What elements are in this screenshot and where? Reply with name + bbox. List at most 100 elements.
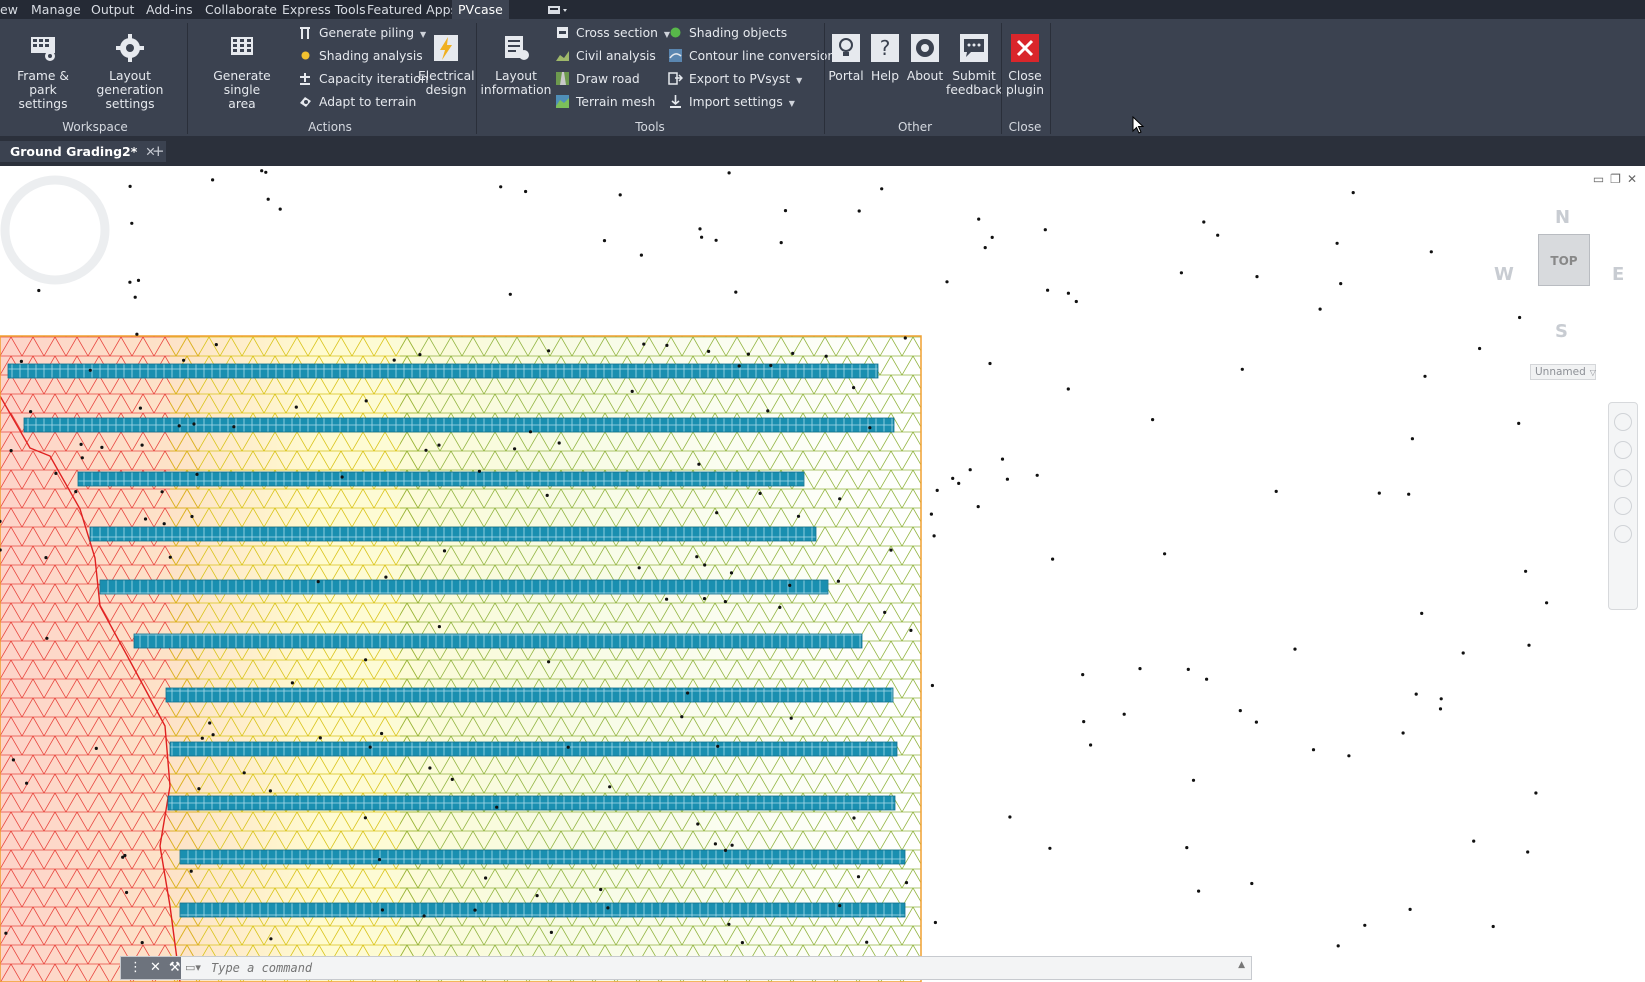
pv-panel-row[interactable] [167,795,896,811]
menu-featured-apps[interactable]: Featured Apps [367,2,457,17]
draw-road-button[interactable]: Draw road [555,70,640,88]
survey-point [214,343,218,347]
generate-piling-button[interactable]: Generate piling ▼ [298,24,426,42]
survey-point [418,353,422,357]
pv-panel-row[interactable] [169,741,898,757]
compass-east[interactable]: E [1612,264,1624,285]
shading-objects-button[interactable]: Shading objects [668,24,787,42]
menu-collaborate[interactable]: Collaborate [205,2,277,17]
survey-point [1293,647,1297,651]
command-history-icon[interactable]: ▲ [1238,960,1245,970]
electrical-design-button[interactable]: Electrical design [418,33,475,97]
survey-point [508,292,512,296]
survey-point [1407,492,1411,496]
survey-point [642,342,646,346]
close-plugin-button[interactable]: Close plugin [1003,33,1047,97]
pv-panel-row[interactable] [179,902,906,918]
draw-road-label: Draw road [576,72,640,86]
shading-analysis-button[interactable]: Shading analysis [298,47,423,65]
survey-point [294,405,298,409]
drawing-canvas[interactable]: ▭ ❐ ✕ N S E W TOP Unnamed ▽ [0,166,1645,982]
survey-point [727,922,731,926]
survey-point [54,471,58,475]
menu-manage[interactable]: Manage [31,2,81,17]
ribbon-toggle-icon[interactable] [546,3,570,16]
survey-point [524,189,528,194]
submit-feedback-button[interactable]: Submit feedback [946,33,1003,97]
pv-panel-row[interactable] [77,471,805,487]
generate-single-area-button[interactable]: Generate single area [194,33,290,111]
orbit-icon[interactable] [1614,497,1632,515]
pv-panel-row[interactable] [133,633,863,649]
help-button[interactable]: ? Help [866,33,904,83]
survey-point [135,332,139,336]
restore-icon[interactable]: ❐ [1610,172,1621,186]
group-separator [824,23,825,134]
cross-section-button[interactable]: Cross section ▼ [555,24,670,42]
compass-south[interactable]: S [1555,321,1568,342]
survey-point [1274,489,1278,493]
compass-west[interactable]: W [1494,264,1514,285]
survey-point [1048,846,1052,850]
named-view-dropdown[interactable]: Unnamed ▽ [1530,364,1596,380]
survey-point [608,785,612,789]
survey-point [513,447,517,451]
survey-point [9,449,13,453]
minimize-icon[interactable]: ▭ [1593,172,1604,186]
viewcube-top[interactable]: TOP [1538,234,1590,286]
about-button[interactable]: About [904,33,946,83]
adapt-to-terrain-button[interactable]: Adapt to terrain [298,93,416,111]
submit-feedback-label-2: feedback [946,83,1003,97]
survey-point [547,349,551,353]
layout-information-button[interactable]: Layout information [480,33,552,97]
close-viewport-icon[interactable]: ✕ [1627,172,1637,186]
survey-point [200,736,204,740]
contour-line-conversion-button[interactable]: Contour line conversion [668,47,835,65]
import-settings-button[interactable]: Import settings ▼ [668,93,795,111]
pv-panel-row[interactable] [179,849,906,865]
survey-point [1472,839,1476,843]
steering-wheel-icon[interactable] [1614,413,1632,431]
chevron-down-icon[interactable]: ▼ [789,99,795,108]
menu-pvcase[interactable]: PVcase [452,0,509,19]
menu-express-tools[interactable]: Express Tools [282,2,366,17]
grip-handle-icon[interactable]: ⋮ [129,960,142,975]
layout-generation-settings-button[interactable]: Layout generation settings [82,33,178,111]
menu-view[interactable]: ew [0,2,18,17]
survey-point [1066,291,1070,295]
customize-wrench-icon[interactable]: ⚒ [169,960,181,975]
close-command-icon[interactable]: ✕ [150,960,161,975]
frame-park-settings-button[interactable]: Frame & park settings [4,33,82,111]
survey-point [182,358,186,362]
tab-ground-grading[interactable]: Ground Grading2* ✕ [0,141,166,162]
pv-panel-row[interactable] [99,579,829,595]
pv-panel-row[interactable] [89,526,817,542]
survey-point [37,288,41,293]
chevron-down-icon[interactable]: ▼ [796,76,802,85]
menu-add-ins[interactable]: Add-ins [146,2,193,17]
new-tab-icon[interactable]: + [152,141,165,162]
export-pvsyst-button[interactable]: Export to PVsyst ▼ [668,70,802,88]
terrain-mesh [0,336,921,982]
compass-ring[interactable] [0,166,110,286]
zoom-extents-icon[interactable] [1614,469,1632,487]
compass-north[interactable]: N [1555,207,1570,228]
survey-point [473,908,477,912]
gear-icon [116,34,144,62]
survey-point [1527,643,1531,647]
survey-point [138,406,142,410]
portal-button[interactable]: Portal [826,33,866,83]
showmotion-icon[interactable] [1614,525,1632,543]
survey-point [1089,743,1093,747]
menu-output[interactable]: Output [91,2,134,17]
pv-panel-row[interactable] [7,363,879,379]
pv-panel-row[interactable] [165,687,894,703]
survey-point [951,476,955,480]
pv-panel-row[interactable] [23,417,895,433]
capacity-iteration-button[interactable]: Capacity iteration [298,70,429,88]
civil-analysis-button[interactable]: Civil analysis [555,47,656,65]
terrain-mesh-button[interactable]: Terrain mesh [555,93,655,111]
command-input[interactable] [187,957,1227,979]
drawing-area[interactable] [0,166,1645,982]
pan-icon[interactable] [1614,441,1632,459]
